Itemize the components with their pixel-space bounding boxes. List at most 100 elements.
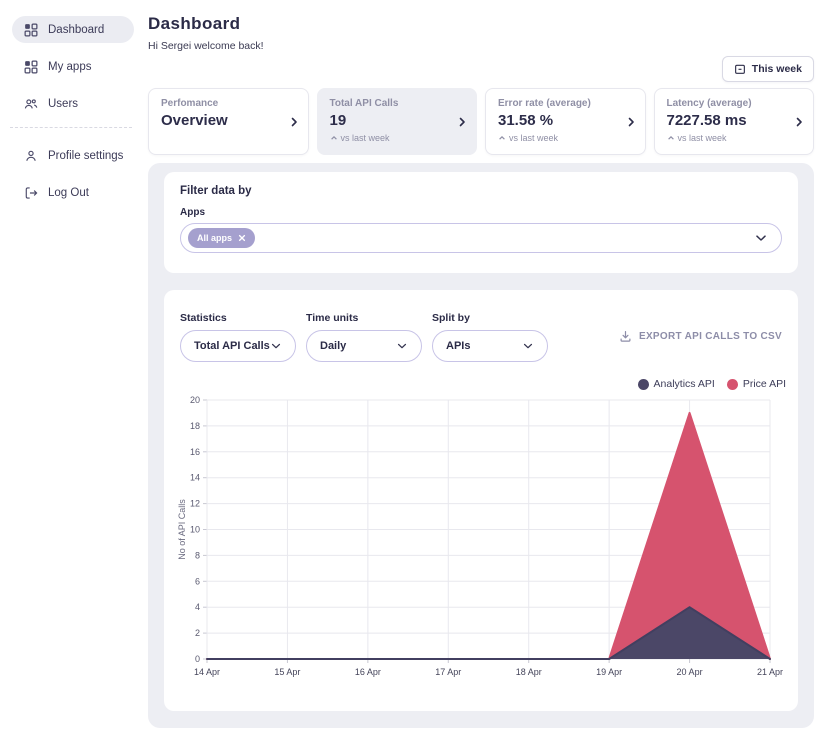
legend-dot — [637, 378, 649, 390]
control-time-units: Time units Daily — [306, 312, 422, 362]
svg-text:10: 10 — [190, 525, 200, 535]
svg-text:19 Apr: 19 Apr — [596, 667, 622, 677]
svg-text:18: 18 — [190, 421, 200, 431]
vs-last-week: vs last week — [667, 133, 788, 143]
export-csv-link[interactable]: EXPORT API CALLS TO CSV — [619, 330, 782, 343]
stat-card-value: 19 — [329, 112, 347, 129]
sidebar-item-label: Dashboard — [48, 23, 105, 36]
control-label: Time units — [306, 312, 359, 324]
api-calls-chart: 0 2 4 6 8 10 12 14 16 18 20 14 Apr 15 Apr 16 Apr 17 Ap… — [177, 395, 783, 677]
statistics-select-value: Total API Calls — [194, 340, 270, 352]
grid-icon — [24, 60, 38, 74]
stat-card-value: Overview — [161, 112, 228, 129]
chart-area: 0 2 4 6 8 10 12 14 16 18 20 14 Apr 15 Apr 16 Apr 17 Ap… — [176, 393, 786, 689]
sidebar-item-label: Profile settings — [48, 149, 124, 162]
dashboard-page: Dashboard My apps Users Profile settings — [0, 0, 824, 746]
grid-icon — [24, 23, 38, 37]
stat-card-label: Error rate (average) — [498, 98, 591, 109]
dashboard-panel: Filter data by Apps All apps Statistics … — [148, 163, 814, 728]
stat-card-value: 7227.58 ms — [666, 112, 747, 129]
svg-text:6: 6 — [195, 576, 200, 586]
svg-text:18 Apr: 18 Apr — [516, 667, 542, 677]
sidebar-item-dashboard[interactable]: Dashboard — [12, 16, 134, 43]
svg-text:16: 16 — [190, 447, 200, 457]
filter-card: Filter data by Apps All apps — [164, 172, 798, 273]
greeting-text: Hi Sergei welcome back! — [148, 40, 264, 52]
stat-cards-row: Perfomance Overview Total API Calls 19 v… — [148, 88, 814, 155]
svg-text:17 Apr: 17 Apr — [435, 667, 461, 677]
svg-text:12: 12 — [190, 499, 200, 509]
sidebar-item-label: My apps — [48, 60, 92, 73]
page-title: Dashboard — [148, 14, 241, 33]
split-by-select[interactable]: APIs — [432, 330, 548, 362]
sidebar-item-profile-settings[interactable]: Profile settings — [12, 142, 134, 169]
chart-legend: Analytics API Price API — [637, 378, 786, 390]
vs-last-week-label: vs last week — [677, 133, 727, 143]
caret-up-icon — [330, 134, 338, 142]
person-icon — [24, 149, 38, 163]
calendar-icon — [734, 63, 746, 75]
legend-item-price-api: Price API — [726, 378, 786, 390]
legend-dot — [726, 378, 738, 390]
svg-text:20 Apr: 20 Apr — [677, 667, 703, 677]
time-units-select-value: Daily — [320, 340, 347, 352]
chevron-right-icon — [289, 117, 299, 127]
svg-text:4: 4 — [195, 602, 200, 612]
split-by-select-value: APIs — [446, 340, 471, 352]
sidebar-item-my-apps[interactable]: My apps — [12, 53, 134, 80]
apps-field-label: Apps — [180, 207, 205, 218]
this-week-label: This week — [751, 63, 802, 75]
chevron-down-icon — [270, 340, 282, 352]
sidebar-item-users[interactable]: Users — [12, 90, 134, 117]
control-label: Split by — [432, 312, 470, 324]
svg-text:21 Apr: 21 Apr — [757, 667, 783, 677]
chevron-down-icon — [396, 340, 408, 352]
stat-card-latency[interactable]: Latency (average) 7227.58 ms vs last wee… — [653, 88, 814, 155]
stat-card-label: Total API Calls — [329, 98, 399, 109]
svg-text:8: 8 — [195, 550, 200, 560]
sidebar-item-log-out[interactable]: Log Out — [12, 179, 134, 206]
legend-label: Price API — [742, 378, 786, 390]
time-units-select[interactable]: Daily — [306, 330, 422, 362]
stat-card-performance[interactable]: Perfomance Overview — [148, 88, 309, 155]
stat-card-total-api-calls[interactable]: Total API Calls 19 vs last week — [316, 88, 477, 155]
chevron-down-icon — [522, 340, 534, 352]
chevron-down-icon — [754, 231, 768, 245]
control-label: Statistics — [180, 312, 227, 324]
statistics-select[interactable]: Total API Calls — [180, 330, 296, 362]
svg-text:15 Apr: 15 Apr — [274, 667, 300, 677]
svg-text:20: 20 — [190, 395, 200, 405]
close-icon[interactable] — [238, 234, 246, 242]
users-icon — [24, 97, 38, 111]
stat-card-label: Perfomance — [161, 98, 219, 109]
sidebar: Dashboard My apps Users Profile settings — [0, 0, 140, 746]
sidebar-divider — [10, 127, 132, 128]
vs-last-week: vs last week — [330, 133, 451, 143]
sidebar-item-label: Users — [48, 97, 79, 110]
download-icon — [619, 330, 632, 343]
sidebar-item-label: Log Out — [48, 186, 89, 199]
vs-last-week: vs last week — [498, 133, 619, 143]
control-statistics: Statistics Total API Calls — [180, 312, 296, 362]
vs-last-week-label: vs last week — [340, 133, 390, 143]
svg-text:14 Apr: 14 Apr — [194, 667, 220, 677]
stat-card-label: Latency (average) — [666, 98, 752, 109]
control-split-by: Split by APIs — [432, 312, 548, 362]
main-content: Dashboard Hi Sergei welcome back! This w… — [148, 0, 814, 746]
filter-heading: Filter data by — [180, 185, 252, 197]
caret-up-icon — [498, 134, 506, 142]
chevron-right-icon — [794, 117, 804, 127]
stat-card-value: 31.58 % — [498, 112, 554, 129]
this-week-button[interactable]: This week — [721, 56, 814, 82]
apps-multiselect[interactable]: All apps — [180, 223, 782, 253]
logout-icon — [24, 186, 38, 200]
svg-text:2: 2 — [195, 628, 200, 638]
vs-last-week-label: vs last week — [509, 133, 559, 143]
svg-text:No of API Calls: No of API Calls — [177, 499, 187, 560]
export-csv-label: EXPORT API CALLS TO CSV — [638, 331, 782, 342]
stat-card-error-rate[interactable]: Error rate (average) 31.58 % vs last wee… — [485, 88, 646, 155]
legend-label: Analytics API — [653, 378, 715, 390]
svg-text:0: 0 — [195, 654, 200, 664]
all-apps-chip[interactable]: All apps — [188, 228, 256, 248]
svg-text:16 Apr: 16 Apr — [355, 667, 381, 677]
